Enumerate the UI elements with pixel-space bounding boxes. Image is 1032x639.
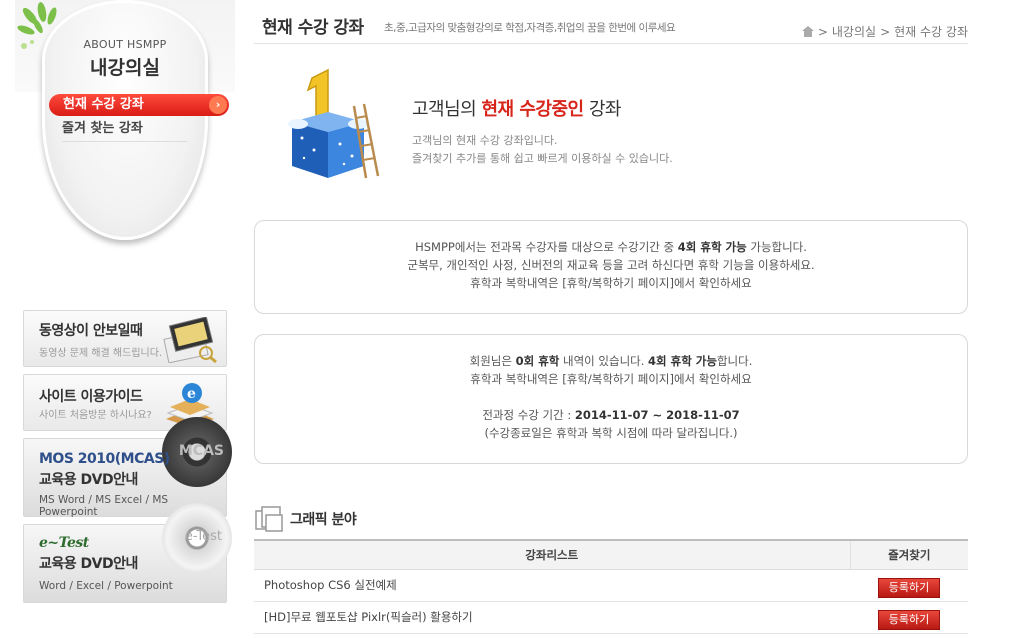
table-header-row: 강좌리스트 즐겨찾기 bbox=[254, 539, 968, 570]
page-title: 현재 수강 강좌 bbox=[262, 18, 364, 38]
register-favorite-button[interactable]: 등록하기 bbox=[878, 577, 940, 598]
notice-line: 전과정 수강 기간 : 2014-11-07 ~ 2018-11-07 bbox=[255, 406, 967, 424]
sidebar-item-label: 즐겨 찾는 강좌 bbox=[62, 121, 143, 136]
hero-desc-1: 고객님의 현재 수강 강좌입니다. bbox=[412, 134, 558, 147]
sidebar-item-favorite-courses[interactable]: 즐겨 찾는 강좌 bbox=[62, 120, 187, 142]
disc-label: MCAS bbox=[178, 443, 224, 459]
banner-title-2: 교육용 DVD안내 bbox=[39, 472, 138, 488]
notice-line: (수강종료일은 휴학과 복학 시점에 따라 달라집니다.) bbox=[484, 426, 738, 440]
banner-video-help[interactable]: 동영상이 안보일때 동영상 문제 해결 해드립니다. bbox=[23, 310, 227, 367]
course-table: 강좌리스트 즐겨찾기 Photoshop CS6 실전예제 등록하기 [HD]무… bbox=[254, 539, 968, 634]
course-name[interactable]: [HD]무료 웹포토샵 Pixlr(픽슬러) 활용하기 bbox=[254, 601, 850, 634]
notice-line: HSMPP에서는 전과목 수강자를 대상으로 수강기간 중 4회 휴학 가능 가… bbox=[255, 238, 967, 256]
notice-text: 회원님은 bbox=[469, 354, 516, 368]
sidebar-title: 내강의실 bbox=[90, 57, 160, 79]
section-title: 그래픽 분야 bbox=[290, 512, 357, 528]
breadcrumb-separator: > bbox=[817, 24, 828, 39]
disc-label: e-Test bbox=[184, 529, 222, 544]
section-header: 그래픽 분야 bbox=[254, 504, 357, 534]
banner-title: MOS 2010(MCAS) bbox=[39, 451, 170, 467]
notice-text: HSMPP에서는 전과목 수강자를 대상으로 수강기간 중 bbox=[415, 240, 678, 254]
notice-line: 군복무, 개인적인 사정, 신버전의 재교육 등을 고려 하신다면 휴학 기능을… bbox=[407, 258, 815, 272]
column-header-course: 강좌리스트 bbox=[254, 539, 851, 570]
notice-bold: 4회 휴학 가능 bbox=[677, 240, 747, 254]
favorite-cell: 등록하기 bbox=[850, 601, 968, 634]
banner-etest-dvd[interactable]: e-Test e~Test 교육용 DVD안내 Word / Excel / P… bbox=[23, 503, 232, 603]
notice-bold: 0회 휴학 bbox=[515, 354, 560, 368]
notice-text: 가능합니다. bbox=[746, 240, 807, 254]
breadcrumb-separator: > bbox=[880, 24, 891, 39]
course-name[interactable]: Photoshop CS6 실전예제 bbox=[254, 569, 850, 602]
breadcrumb: > 내강의실 > 현재 수강 강좌 bbox=[801, 23, 968, 40]
page-header: 현재 수강 강좌 초,중,고급자의 맞춤형강의로 학점,자격증,취업의 꿈을 한… bbox=[254, 0, 968, 44]
svg-text:e: e bbox=[187, 386, 196, 402]
banner-title-2: 교육용 DVD안내 bbox=[39, 556, 138, 572]
register-favorite-button[interactable]: 등록하기 bbox=[878, 609, 940, 630]
monitor-icon bbox=[163, 317, 217, 363]
member-leave-status: 회원님은 0회 휴학 내역이 있습니다. 4회 휴학 가능합니다. 휴학과 복학… bbox=[254, 334, 968, 464]
leave-policy-notice: HSMPP에서는 전과목 수강자를 대상으로 수강기간 중 4회 휴학 가능 가… bbox=[254, 220, 968, 314]
banner-subtitle: Word / Excel / Powerpoint bbox=[39, 580, 173, 592]
page: ABOUT HSMPP 내강의실 현재 수강 강좌 › 즐겨 찾는 강좌 동영상… bbox=[0, 0, 1032, 639]
study-period: 2014-11-07 ~ 2018-11-07 bbox=[574, 408, 740, 422]
sidebar-item-current-courses[interactable]: 현재 수강 강좌 › bbox=[49, 94, 229, 116]
page-subtitle: 초,중,고급자의 맞춤형강의로 학점,자격증,취업의 꿈을 한번에 이루세요 bbox=[384, 22, 676, 34]
banner-title: e~Test bbox=[39, 535, 89, 551]
banner-subtitle: 사이트 처음방문 하시나요? bbox=[39, 410, 152, 421]
notice-line: 휴학과 복학내역은 [휴학/복학하기 페이지]에서 확인하세요 bbox=[470, 372, 752, 386]
hero-title: 고객님의 현재 수강중인 강좌 bbox=[412, 95, 621, 121]
breadcrumb-item[interactable]: 내강의실 bbox=[832, 23, 876, 40]
hero-title-pre: 고객님의 bbox=[412, 99, 482, 120]
folder-icon bbox=[255, 506, 283, 532]
notice-text: 전과정 수강 기간 : bbox=[482, 408, 575, 422]
breadcrumb-current: 현재 수강 강좌 bbox=[894, 25, 968, 39]
table-row: [HD]무료 웹포토샵 Pixlr(픽슬러) 활용하기 등록하기 bbox=[254, 601, 968, 634]
notice-text: 합니다. bbox=[716, 354, 753, 368]
notice-line: 휴학과 복학내역은 [휴학/복학하기 페이지]에서 확인하세요 bbox=[470, 276, 752, 290]
favorite-cell: 등록하기 bbox=[850, 569, 968, 602]
hero-desc-2: 즐겨찾기 추가를 통해 쉽고 빠르게 이용하실 수 있습니다. bbox=[412, 152, 673, 165]
notice-bold: 4회 휴학 가능 bbox=[648, 354, 717, 368]
hero-title-post: 강좌 bbox=[583, 99, 622, 120]
number-one-box-illustration bbox=[288, 68, 380, 179]
banner-title: 동영상이 안보일때 bbox=[39, 323, 143, 339]
home-icon[interactable] bbox=[801, 26, 814, 37]
left-sidebar: ABOUT HSMPP 내강의실 현재 수강 강좌 › 즐겨 찾는 강좌 동영상… bbox=[0, 0, 240, 639]
hero-title-highlight: 현재 수강중인 bbox=[481, 99, 584, 120]
banner-subtitle: 동영상 문제 해결 해드립니다. bbox=[39, 348, 163, 359]
chevron-right-icon: › bbox=[209, 96, 227, 114]
about-label: ABOUT HSMPP bbox=[83, 38, 167, 51]
sidebar-item-label: 현재 수강 강좌 bbox=[63, 97, 144, 112]
notice-line: 회원님은 0회 휴학 내역이 있습니다. 4회 휴학 가능합니다. bbox=[255, 352, 967, 370]
column-header-favorite: 즐겨찾기 bbox=[850, 539, 968, 570]
table-row: Photoshop CS6 실전예제 등록하기 bbox=[254, 569, 968, 602]
notice-text: 내역이 있습니다. bbox=[559, 354, 649, 368]
banner-title: 사이트 이용가이드 bbox=[39, 389, 143, 405]
